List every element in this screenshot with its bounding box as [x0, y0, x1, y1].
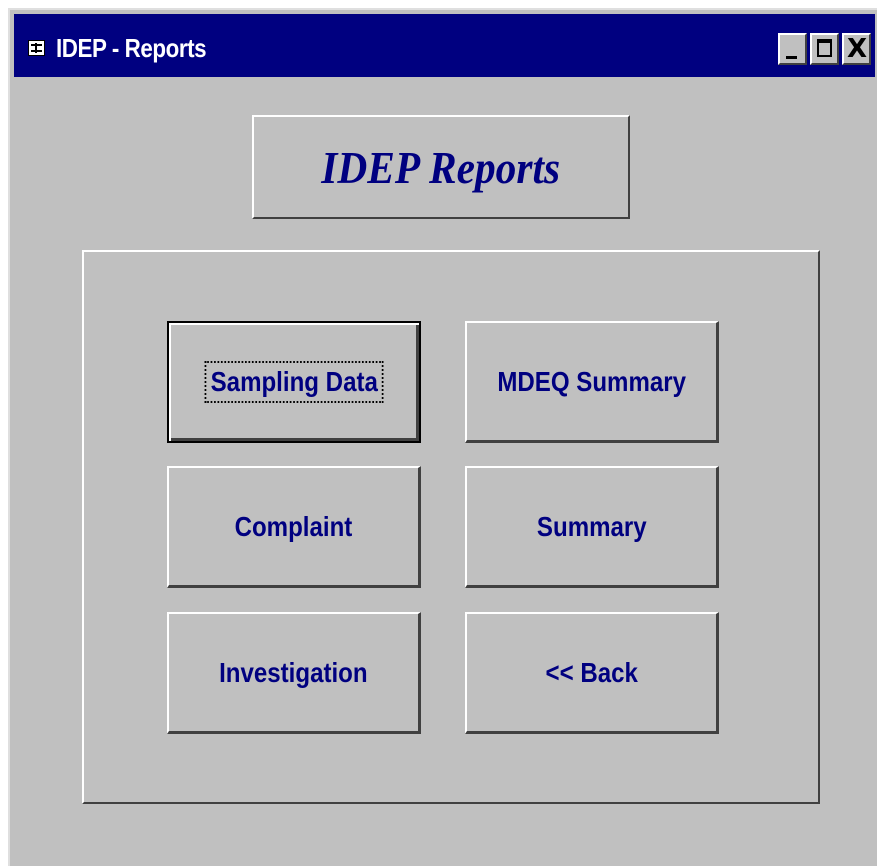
back-button[interactable]: << Back [465, 612, 719, 734]
sampling-data-button[interactable]: Sampling Data [167, 321, 421, 443]
close-icon: X [847, 34, 868, 64]
sampling-data-label: Sampling Data [204, 361, 384, 403]
investigation-button[interactable]: Investigation [167, 612, 421, 734]
complaint-label: Complaint [234, 510, 353, 542]
back-label: << Back [545, 656, 638, 688]
mdeq-summary-button[interactable]: MDEQ Summary [465, 321, 719, 443]
maximize-icon [817, 39, 832, 57]
heading-frame: IDEP Reports [252, 115, 630, 219]
form-icon[interactable] [28, 40, 45, 56]
app-window: IDEP - Reports X IDEP Reports Sampling D… [8, 8, 877, 866]
summary-button[interactable]: Summary [465, 466, 719, 588]
mdeq-summary-label: MDEQ Summary [497, 365, 686, 397]
complaint-button[interactable]: Complaint [167, 466, 421, 588]
page-title: IDEP Reports [321, 141, 561, 193]
window-title: IDEP - Reports [56, 33, 207, 63]
minimize-button[interactable] [778, 33, 807, 65]
title-bar[interactable]: IDEP - Reports X [14, 14, 875, 77]
maximize-button[interactable] [810, 33, 839, 65]
minimize-icon [786, 56, 797, 59]
summary-label: Summary [536, 510, 647, 542]
close-button[interactable]: X [842, 33, 871, 65]
investigation-label: Investigation [219, 656, 368, 688]
